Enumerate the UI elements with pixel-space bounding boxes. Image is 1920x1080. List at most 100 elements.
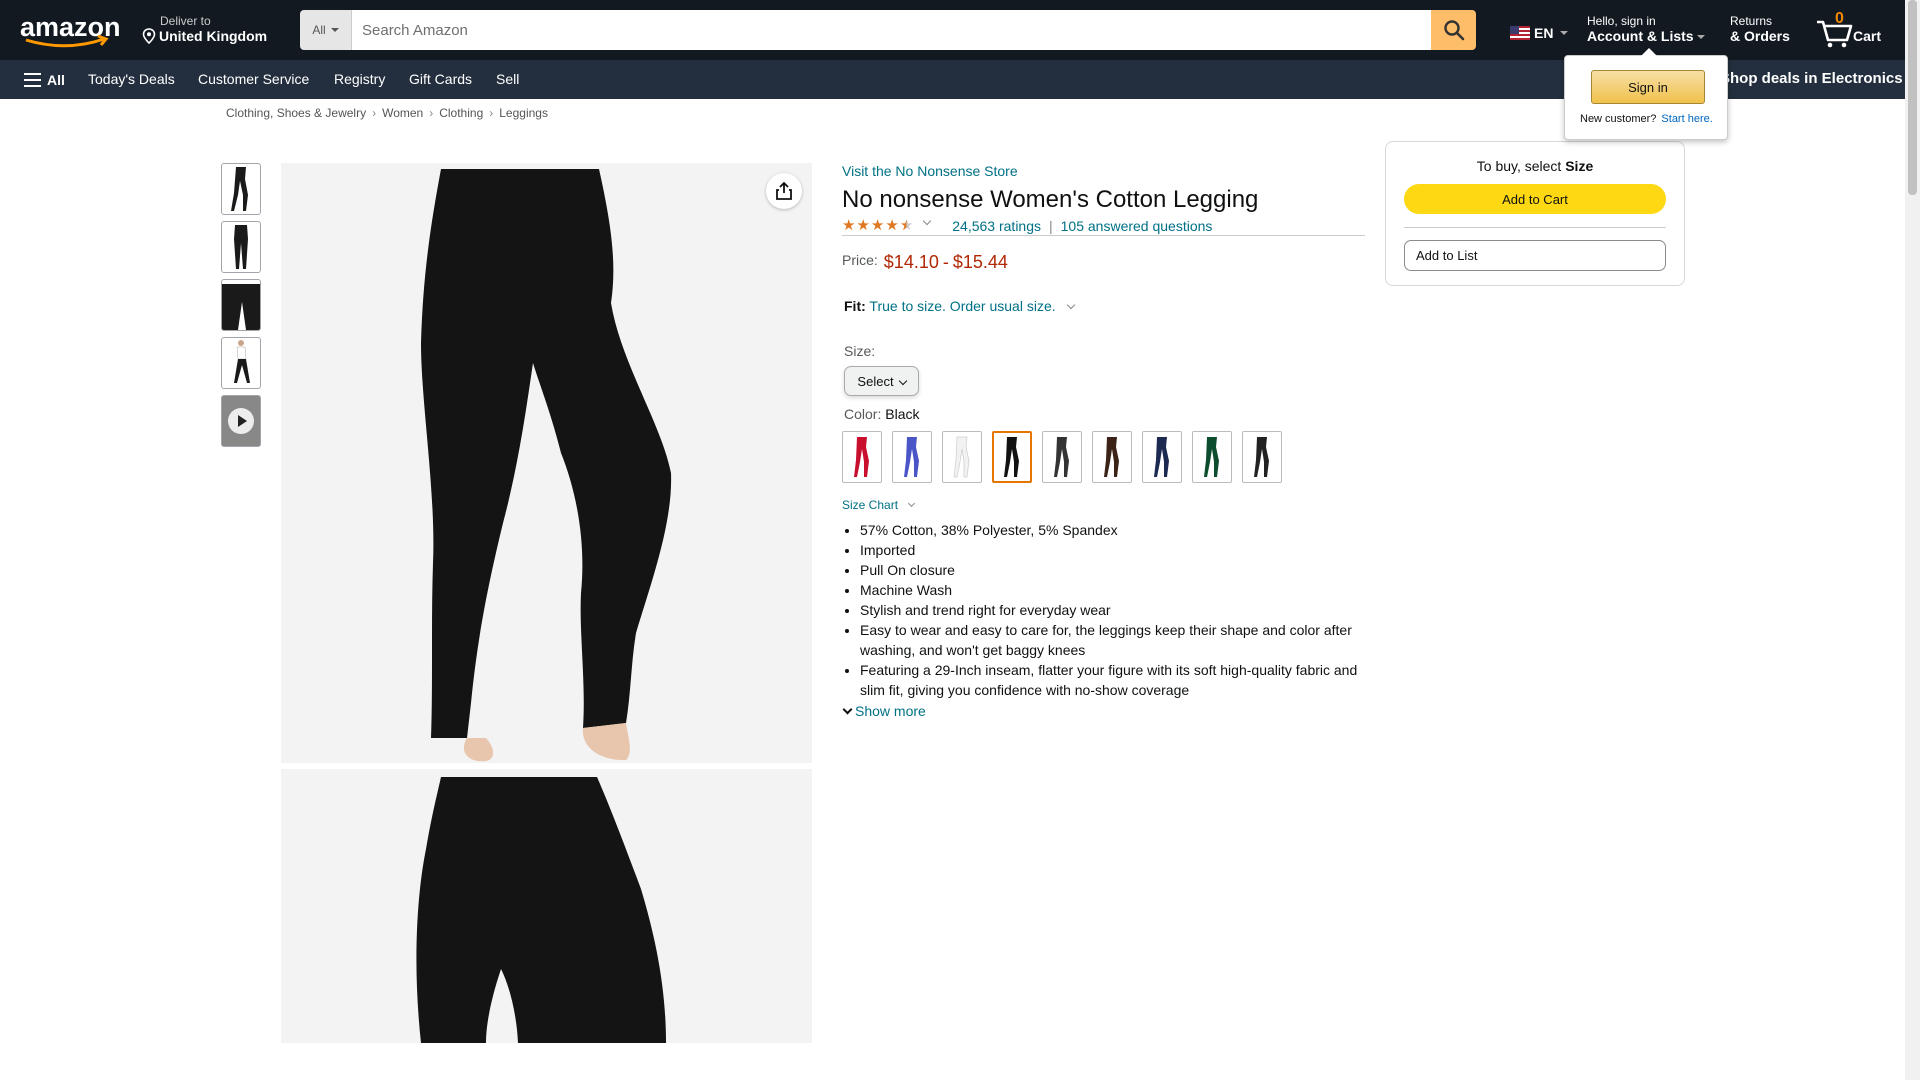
buybox-prompt-text: To buy, select [1476, 158, 1562, 174]
breadcrumb-item[interactable]: Clothing, Shoes & Jewelry [226, 106, 366, 120]
account-lists[interactable]: Hello, sign in Account & Lists [1587, 14, 1705, 44]
color-swatch-black-print[interactable] [1242, 431, 1282, 483]
leggings-swatch-image [1254, 437, 1269, 477]
fit-row: Fit: True to size. Order usual size. [842, 298, 1365, 314]
deliver-to[interactable]: Deliver to United Kingdom [142, 14, 267, 44]
deliver-line1: Deliver to [160, 14, 211, 28]
nav-todays-deals[interactable]: Today's Deals [88, 71, 175, 87]
nav-gift-cards[interactable]: Gift Cards [409, 71, 472, 87]
color-swatch-green[interactable] [1192, 431, 1232, 483]
color-swatch-brown[interactable] [1092, 431, 1132, 483]
thumbnail[interactable] [221, 163, 261, 215]
color-swatch-blue[interactable] [892, 431, 932, 483]
start-here-link[interactable]: Start here. [1661, 113, 1712, 125]
size-chart-label: Size Chart [842, 498, 899, 512]
caret-down-icon [330, 28, 339, 32]
cart-count: 0 [1835, 10, 1844, 27]
chevron-down-icon[interactable] [1066, 300, 1075, 310]
main-product-image[interactable] [281, 163, 812, 763]
star-full-icon: ★ [870, 217, 885, 234]
amazon-logo[interactable]: amazon [20, 12, 122, 48]
color-swatch-black[interactable] [992, 431, 1032, 483]
new-customer-row: New customer? Start here. [1580, 113, 1713, 125]
answered-questions-link[interactable]: 105 answered questions [1061, 218, 1213, 234]
leggings-swatch-image [1104, 437, 1119, 477]
chevron-down-icon [908, 499, 916, 508]
search-category-dropdown[interactable]: All [300, 10, 352, 50]
feature-bullet: Featuring a 29-Inch inseam, flatter your… [860, 660, 1365, 700]
promo-electronics-link[interactable]: Shop deals in Electronics [1720, 70, 1903, 87]
all-menu-button[interactable]: All [24, 72, 65, 88]
nav-registry[interactable]: Registry [334, 71, 385, 87]
feature-bullet: Imported [860, 540, 1365, 560]
star-rating[interactable]: ★ ★ ★ ★ ★ [842, 216, 932, 234]
leggings-swatch-image [1154, 437, 1169, 477]
color-label: Color: [844, 406, 882, 422]
price-low: $14.10 [883, 252, 939, 272]
leggings-thumbnail-image [222, 284, 260, 330]
product-title: No nonsense Women's Cotton Legging [842, 186, 1259, 213]
secondary-product-image[interactable] [281, 769, 812, 1043]
cart[interactable]: 0 Cart [1815, 10, 1890, 48]
nav-sell[interactable]: Sell [496, 71, 519, 87]
star-full-icon: ★ [856, 217, 870, 234]
store-link[interactable]: Visit the No Nonsense Store [842, 163, 1365, 179]
color-swatch-white[interactable] [942, 431, 982, 483]
feature-bullet: Easy to wear and easy to care for, the l… [860, 620, 1365, 660]
star-full-icon: ★ [885, 217, 899, 234]
breadcrumb-separator-icon: › [372, 106, 377, 120]
breadcrumb-item[interactable]: Leggings [499, 106, 548, 120]
chevron-down-icon [842, 704, 853, 714]
account-greeting: Hello, sign in [1587, 14, 1656, 28]
feature-bullet: 57% Cotton, 38% Polyester, 5% Spandex [860, 520, 1365, 540]
size-select-dropdown[interactable]: Select [844, 366, 919, 396]
color-swatch-charcoal[interactable] [1042, 431, 1082, 483]
cart-icon [1817, 20, 1853, 48]
search-icon [1443, 20, 1464, 41]
color-swatch-navy[interactable] [1142, 431, 1182, 483]
size-select-label: Select [857, 373, 894, 389]
color-swatch-red[interactable] [842, 431, 882, 483]
signin-button[interactable]: Sign in [1591, 70, 1705, 104]
add-to-cart-button[interactable]: Add to Cart [1404, 184, 1666, 214]
feature-bullet: Stylish and trend right for everyday wea… [860, 600, 1365, 620]
leggings-thumbnail-image [234, 340, 250, 383]
size-chart-link[interactable]: Size Chart [842, 498, 1365, 512]
breadcrumb-item[interactable]: Women [382, 106, 423, 120]
buybox-prompt-size: Size [1565, 158, 1594, 174]
signin-popover: Sign in New customer? Start here. [1564, 48, 1728, 140]
price-separator: - [942, 252, 949, 272]
us-flag-icon [1510, 26, 1530, 40]
buybox-prompt: To buy, select Size [1386, 158, 1684, 174]
search-input[interactable] [352, 10, 1431, 50]
leggings-swatch-image [1004, 437, 1019, 477]
leggings-swatch-image [1054, 437, 1069, 477]
search-button[interactable] [1431, 10, 1476, 50]
product-details: Visit the No Nonsense Store No nonsense … [842, 163, 1365, 719]
scrollbar-thumb[interactable] [1908, 0, 1917, 195]
returns-orders[interactable]: Returns & Orders [1730, 14, 1790, 44]
video-thumbnail[interactable] [221, 395, 261, 447]
star-half-icon: ★ [899, 217, 914, 234]
color-row: Color: Black [842, 406, 1365, 422]
price-row: Price: $14.10 - $15.44 [842, 252, 1365, 273]
thumbnail[interactable] [221, 279, 261, 331]
thumbnail[interactable] [221, 221, 261, 273]
language-selector[interactable]: EN [1510, 25, 1569, 41]
leggings-back-image [416, 777, 666, 1043]
breadcrumb-item[interactable]: Clothing [439, 106, 483, 120]
add-to-list-button[interactable]: Add to List [1404, 240, 1666, 271]
show-more-label: Show more [855, 703, 926, 719]
returns-line1: Returns [1730, 14, 1773, 28]
nav-customer-service[interactable]: Customer Service [198, 71, 309, 87]
share-button[interactable] [766, 173, 802, 209]
share-icon [776, 181, 792, 200]
thumbnail[interactable] [221, 337, 261, 389]
show-more-link[interactable]: Show more [842, 703, 1365, 719]
color-value: Black [885, 406, 920, 422]
image-thumbnails [221, 163, 261, 453]
page-scrollbar[interactable] [1905, 0, 1920, 1080]
feature-bullets: 57% Cotton, 38% Polyester, 5% Spandex Im… [842, 520, 1365, 700]
fit-value-link[interactable]: True to size. Order usual size. [869, 298, 1055, 314]
ratings-count-link[interactable]: 24,563 ratings [952, 218, 1041, 234]
